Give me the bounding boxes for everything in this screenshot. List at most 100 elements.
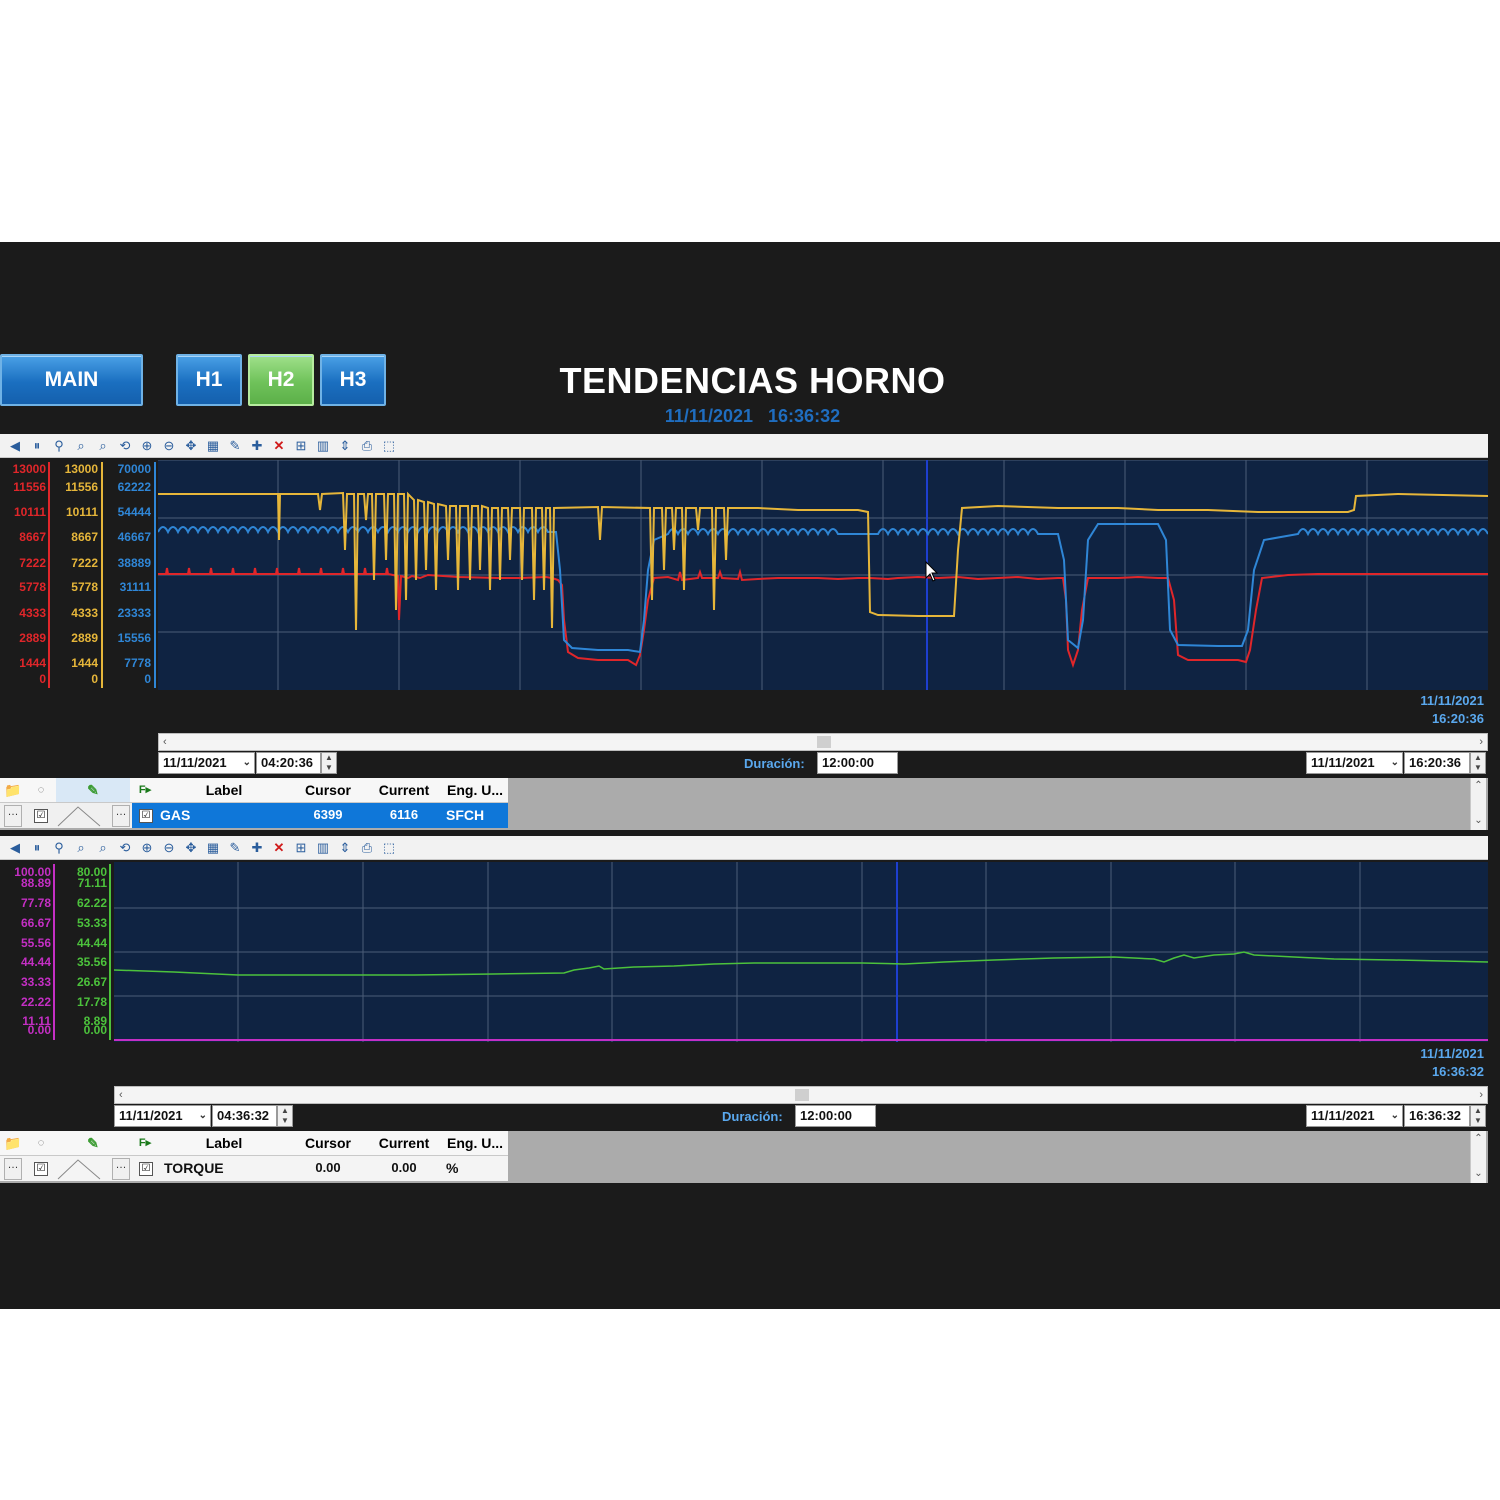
pan-icon[interactable]: ✥ — [182, 438, 200, 454]
link-icon[interactable]: ⚲ — [50, 840, 68, 856]
trend1-duration-field[interactable]: 12:00:00 — [817, 752, 898, 774]
col-cursor[interactable]: Cursor — [290, 778, 366, 802]
delete-icon[interactable]: ✕ — [270, 840, 288, 856]
export-icon[interactable]: ⬚ — [380, 438, 398, 454]
col-current[interactable]: Current — [366, 778, 442, 802]
start-icon[interactable]: ◀ — [6, 438, 24, 454]
pen-style-button[interactable]: … — [112, 1158, 130, 1180]
table-row[interactable]: … ☑ … ☑ GAS 6399 6116 SFCH — [0, 803, 508, 828]
trend2-start-spinner[interactable]: ▲ ▼ — [277, 1105, 293, 1127]
layout-icon[interactable]: ▥ — [314, 840, 332, 856]
col-eng-units[interactable]: Eng. U... — [442, 778, 508, 802]
trend1-end-date-field[interactable]: 11/11/2021 ⌄ — [1306, 752, 1403, 774]
visibility-icon[interactable]: ◌ — [28, 1131, 54, 1155]
print-icon[interactable]: ⎙ — [358, 840, 376, 856]
trend2-time-scrollbar[interactable]: ‹ › — [114, 1086, 1488, 1104]
scroll-left-icon[interactable]: ‹ — [163, 734, 167, 750]
trend1-plot[interactable] — [157, 459, 1489, 690]
trend1-start-time[interactable]: 04:20:36 — [256, 752, 321, 774]
table-icon[interactable]: ▦ — [204, 438, 222, 454]
trend1-start-spinner[interactable]: ▲ ▼ — [321, 752, 337, 774]
grid-icon[interactable]: ⊞ — [292, 438, 310, 454]
delete-icon[interactable]: ✕ — [270, 438, 288, 454]
folder-icon[interactable]: 📁 — [0, 778, 26, 802]
col-eng-units[interactable]: Eng. U... — [442, 1131, 508, 1155]
h3-button[interactable]: H3 — [320, 354, 386, 406]
grid-icon[interactable]: ⊞ — [292, 840, 310, 856]
add-pen-icon[interactable]: ✚ — [248, 840, 266, 856]
chevron-down-icon[interactable]: ⌄ — [243, 753, 251, 773]
scroll-thumb[interactable] — [817, 736, 831, 748]
trend2-plot[interactable] — [113, 862, 1489, 1042]
trend2-end-spinner[interactable]: ▲ ▼ — [1470, 1105, 1486, 1127]
trend1-time-scrollbar[interactable]: ‹ › — [158, 733, 1488, 751]
main-button[interactable]: MAIN — [0, 354, 143, 406]
table-row[interactable]: … ☑ … ☑ TORQUE 0.00 0.00 % — [0, 1156, 508, 1181]
pause-icon[interactable]: ⏸ — [28, 438, 46, 454]
export-icon[interactable]: ⬚ — [380, 840, 398, 856]
chevron-down-icon[interactable]: ⌄ — [199, 1106, 207, 1126]
zoom-x-icon[interactable]: ⌕ — [94, 840, 112, 856]
col-label[interactable]: Label — [158, 778, 290, 802]
start-icon[interactable]: ◀ — [6, 840, 24, 856]
pen-export-checkbox[interactable]: ☑ — [139, 1162, 153, 1176]
pen-style-button[interactable]: … — [112, 805, 130, 827]
print-icon[interactable]: ⎙ — [358, 438, 376, 454]
trend2-end-date-field[interactable]: 11/11/2021 ⌄ — [1306, 1105, 1403, 1127]
trend2-start-date[interactable]: 11/11/2021 ⌄ — [114, 1105, 211, 1127]
h1-button[interactable]: H1 — [176, 354, 242, 406]
pen-export-checkbox[interactable]: ☑ — [139, 809, 153, 823]
pen-style-icon[interactable]: ✎ — [56, 1131, 130, 1155]
pen-visible-checkbox[interactable]: ☑ — [34, 809, 48, 823]
layout-icon[interactable]: ▥ — [314, 438, 332, 454]
chevron-down-icon[interactable]: ⌄ — [1391, 1106, 1399, 1126]
zoom-out-icon[interactable]: ⊖ — [160, 438, 178, 454]
trend1-grid-vscroll[interactable]: ⌃ ⌄ — [1470, 778, 1486, 830]
pen-menu-button[interactable]: … — [4, 805, 22, 827]
zoom-reset-icon[interactable]: ⟲ — [116, 840, 134, 856]
zoom-out-icon[interactable]: ⊖ — [160, 840, 178, 856]
pen-icon[interactable]: ✎ — [226, 438, 244, 454]
pen-icon[interactable]: ✎ — [226, 840, 244, 856]
zoom-x-icon[interactable]: ⌕ — [94, 438, 112, 454]
pan-icon[interactable]: ✥ — [182, 840, 200, 856]
h2-button[interactable]: H2 — [248, 354, 314, 406]
pause-icon[interactable]: ⏸ — [28, 840, 46, 856]
chevron-down-icon[interactable]: ⌄ — [1391, 753, 1399, 773]
chevron-down-icon[interactable]: ⌄ — [1471, 815, 1486, 826]
zoom-reset-icon[interactable]: ⟲ — [116, 438, 134, 454]
scroll-left-icon[interactable]: ‹ — [119, 1087, 123, 1103]
pen-menu-button[interactable]: … — [4, 1158, 22, 1180]
scroll-thumb[interactable] — [795, 1089, 809, 1101]
pen-style-icon[interactable]: ✎ — [56, 778, 130, 802]
zoom-in-icon[interactable]: ⊕ — [138, 438, 156, 454]
table-icon[interactable]: ▦ — [204, 840, 222, 856]
scale-icon[interactable]: ⇕ — [336, 840, 354, 856]
zoom-area-icon[interactable]: ⌕ — [72, 840, 90, 856]
zoom-in-icon[interactable]: ⊕ — [138, 840, 156, 856]
trend2-end-time-field[interactable]: 16:36:32 — [1404, 1105, 1470, 1127]
col-cursor[interactable]: Cursor — [290, 1131, 366, 1155]
trend1-end-spinner[interactable]: ▲ ▼ — [1470, 752, 1486, 774]
link-icon[interactable]: ⚲ — [50, 438, 68, 454]
chevron-up-icon[interactable]: ⌃ — [1471, 780, 1486, 791]
col-current[interactable]: Current — [366, 1131, 442, 1155]
export-pen-icon[interactable]: F▸ — [132, 778, 158, 802]
zoom-area-icon[interactable]: ⌕ — [72, 438, 90, 454]
scroll-right-icon[interactable]: › — [1479, 1087, 1483, 1103]
trend2-grid-vscroll[interactable]: ⌃ ⌄ — [1470, 1131, 1486, 1183]
scroll-right-icon[interactable]: › — [1479, 734, 1483, 750]
chevron-down-icon[interactable]: ⌄ — [1471, 1168, 1486, 1179]
trend1-start-date[interactable]: 11/11/2021 ⌄ — [158, 752, 255, 774]
pen-visible-checkbox[interactable]: ☑ — [34, 1162, 48, 1176]
add-pen-icon[interactable]: ✚ — [248, 438, 266, 454]
col-label[interactable]: Label — [158, 1131, 290, 1155]
chevron-up-icon[interactable]: ⌃ — [1471, 1133, 1486, 1144]
export-pen-icon[interactable]: F▸ — [132, 1131, 158, 1155]
trend2-start-time[interactable]: 04:36:32 — [212, 1105, 277, 1127]
scale-icon[interactable]: ⇕ — [336, 438, 354, 454]
trend2-duration-field[interactable]: 12:00:00 — [795, 1105, 876, 1127]
visibility-icon[interactable]: ◌ — [28, 778, 54, 802]
folder-icon[interactable]: 📁 — [0, 1131, 26, 1155]
trend1-end-time-field[interactable]: 16:20:36 — [1404, 752, 1470, 774]
